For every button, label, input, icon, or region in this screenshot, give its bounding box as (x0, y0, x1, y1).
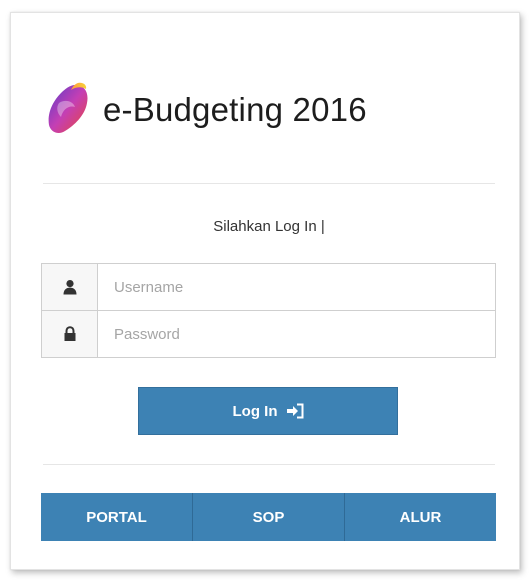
password-input[interactable] (98, 311, 495, 357)
login-card: e-Budgeting 2016 Silahkan Log In | Log I… (10, 12, 520, 570)
header: e-Budgeting 2016 (45, 81, 367, 139)
login-prompt: Silahkan Log In | (213, 218, 325, 235)
app-logo-icon (48, 82, 88, 133)
bottom-nav: PORTAL SOP ALUR (41, 493, 496, 541)
user-icon (42, 264, 98, 310)
username-input[interactable] (98, 264, 495, 310)
login-button[interactable]: Log In (138, 387, 398, 435)
login-button-label: Log In (232, 402, 278, 420)
portal-button[interactable]: PORTAL (41, 493, 193, 541)
divider-top (43, 183, 495, 184)
sign-in-icon (286, 403, 303, 419)
username-group (41, 263, 496, 311)
alur-button[interactable]: ALUR (345, 493, 496, 541)
app-title: e-Budgeting 2016 (103, 91, 367, 128)
password-group (41, 310, 496, 358)
lock-icon (42, 311, 98, 357)
sop-button[interactable]: SOP (193, 493, 345, 541)
divider-bottom (43, 464, 495, 465)
